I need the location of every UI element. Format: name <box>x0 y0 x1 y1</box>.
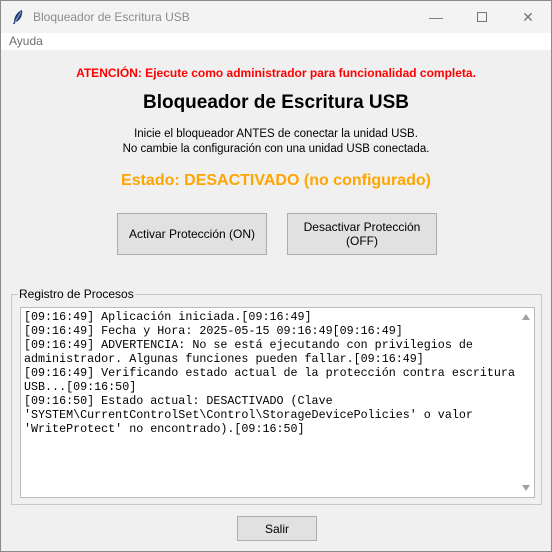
maximize-button[interactable] <box>459 1 505 33</box>
instructions: Inicie el bloqueador ANTES de conectar l… <box>1 127 551 157</box>
log-line: [09:16:49] Verificando estado actual de … <box>24 366 515 380</box>
process-log-label: Registro de Procesos <box>18 287 135 301</box>
feather-icon <box>13 10 23 24</box>
close-button[interactable]: ✕ <box>505 1 551 33</box>
process-log-textarea[interactable]: [09:16:49] Aplicación iniciada.[09:16:49… <box>20 307 535 498</box>
minimize-button[interactable]: — <box>413 1 459 33</box>
log-line: 'SYSTEM\CurrentControlSet\Control\Storag… <box>24 408 473 422</box>
log-line: [09:16:50] Estado actual: DESACTIVADO (C… <box>24 394 333 408</box>
log-line: [09:16:49] Aplicación iniciada.[09:16:49… <box>24 310 312 324</box>
scroll-down-icon[interactable] <box>522 485 530 491</box>
scroll-up-icon[interactable] <box>522 314 530 320</box>
admin-warning: ATENCIÓN: Ejecute como administrador par… <box>76 66 476 80</box>
window-title: Bloqueador de Escritura USB <box>33 10 190 24</box>
page-title: Bloqueador de Escritura USB <box>142 92 410 113</box>
app-window: Bloqueador de Escritura USB — ✕ Ayuda AT… <box>0 0 552 552</box>
minimize-icon: — <box>429 9 443 25</box>
process-log-group: Registro de Procesos [09:16:49] Aplicaci… <box>11 287 542 505</box>
close-icon: ✕ <box>522 8 534 25</box>
instruction-line: Inicie el bloqueador ANTES de conectar l… <box>134 128 418 140</box>
status-label: Estado: DESACTIVADO (no configurado) <box>121 172 431 189</box>
log-line: [09:16:49] ADVERTENCIA: No se está ejecu… <box>24 338 473 352</box>
log-line: 'WriteProtect' no encontrado).[09:16:50] <box>24 422 305 436</box>
log-scrollbar[interactable] <box>518 308 534 497</box>
exit-button[interactable]: Salir <box>237 516 317 541</box>
log-line: USB...[09:16:50] <box>24 380 137 394</box>
log-line: administrador. Algunas funciones pueden … <box>24 352 424 366</box>
menu-bar: Ayuda <box>1 33 551 50</box>
log-text: [09:16:49] Aplicación iniciada.[09:16:49… <box>24 310 515 436</box>
instruction-line: No cambie la configuración con una unida… <box>122 143 430 155</box>
log-line: [09:16:49] Fecha y Hora: 2025-05-15 09:1… <box>24 324 403 338</box>
maximize-icon <box>477 12 487 22</box>
deactivate-protection-button[interactable]: Desactivar Protección (OFF) <box>287 213 437 255</box>
title-bar[interactable]: Bloqueador de Escritura USB — ✕ <box>1 1 551 33</box>
activate-protection-button[interactable]: Activar Protección (ON) <box>117 213 267 255</box>
menu-ayuda[interactable]: Ayuda <box>9 34 43 48</box>
